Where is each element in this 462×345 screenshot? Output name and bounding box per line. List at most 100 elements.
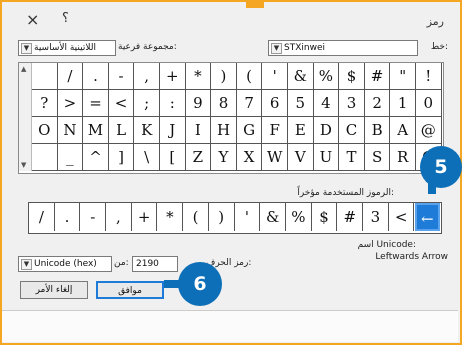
symbol-cell[interactable]: Y [211,144,237,171]
font-select[interactable]: ▼ STXinwei [268,40,418,56]
symbol-cell[interactable]: O [32,117,58,144]
symbol-cell[interactable]: G [236,117,263,144]
symbol-cell[interactable]: I [185,117,212,144]
symbol-cell[interactable]: ) [211,63,237,90]
symbol-cell[interactable]: > [57,90,84,117]
symbol-cell[interactable]: - [108,63,135,90]
symbol-cell[interactable]: @ [416,117,442,144]
recent-symbol[interactable]: * [158,203,184,231]
symbol-cell[interactable]: % [313,63,340,90]
symbol-cell[interactable]: N [57,117,84,144]
symbol-cell[interactable]: [ [160,144,186,171]
symbol-cell[interactable]: 9 [185,90,212,117]
symbol-cell[interactable]: R [390,144,416,171]
symbol-cell[interactable]: ^ [83,144,109,171]
symbol-cell[interactable]: # [364,63,391,90]
symbol-cell[interactable]: A [390,117,416,144]
recent-symbol[interactable]: < [389,203,415,231]
from-label: من: [114,258,129,268]
symbol-cell[interactable]: Z [185,144,212,171]
symbol-cell[interactable]: H [211,117,237,144]
frame-notch [246,0,264,8]
recent-symbols: ← <3 # $% & ')(* +, -. / [28,202,442,234]
grid-scrollbar[interactable]: ▲ ▼ [19,63,32,171]
symbol-cell[interactable]: 1 [390,90,416,117]
symbol-cell[interactable]: 2 [364,90,391,117]
cancel-button[interactable]: إلغاء الأمر [20,281,88,299]
symbol-cell[interactable]: = [83,90,109,117]
symbol-cell[interactable]: X [236,144,263,171]
recent-symbol[interactable]: ) [209,203,235,231]
unicode-name-label: اسم Unicode: [357,240,416,250]
char-code-input[interactable]: 2190 [132,256,178,272]
recent-symbol[interactable]: $ [312,203,338,231]
font-value: STXinwei [284,43,325,53]
scroll-up-icon[interactable]: ▲ [21,65,26,73]
symbol-cell[interactable]: 8 [211,90,237,117]
symbol-cell[interactable]: J [160,117,186,144]
symbol-cell[interactable]: " [390,63,416,90]
symbol-cell[interactable]: D [313,117,340,144]
recent-symbol[interactable]: / [29,203,55,231]
recent-symbol[interactable]: . [55,203,81,231]
ok-button[interactable]: موافق [96,281,164,299]
symbol-cell[interactable] [32,144,58,171]
symbol-cell[interactable]: * [185,63,212,90]
symbol-cell[interactable]: V [288,144,314,171]
symbol-grid[interactable]: ▲ ▼ ! " # $% & '() * +, -./ 0 1 2 3 4 5 6 7 8 9:; < = >? @ A B C D… [18,62,444,174]
symbol-cell[interactable]: ( [236,63,263,90]
subset-select[interactable]: ▼ اللاتينية الأساسية [18,40,116,56]
symbol-cell[interactable]: 4 [313,90,340,117]
chevron-down-icon: ▼ [21,259,32,270]
symbol-cell[interactable]: 7 [236,90,263,117]
symbol-cell[interactable]: ! [416,63,442,90]
symbol-cell[interactable]: 5 [288,90,314,117]
recent-symbol[interactable]: ' [235,203,261,231]
symbol-cell[interactable] [32,63,58,90]
symbol-cell[interactable]: : [160,90,186,117]
help-icon[interactable]: ؟ [62,11,69,26]
recent-symbol[interactable]: & [260,203,286,231]
symbol-cell[interactable]: . [83,63,109,90]
close-icon[interactable]: × [26,10,39,29]
recent-symbol[interactable]: , [106,203,132,231]
recent-symbol[interactable]: 3 [363,203,389,231]
symbol-cell[interactable]: F [262,117,288,144]
symbol-cell[interactable]: < [108,90,135,117]
symbol-cell[interactable]: ? [32,90,58,117]
symbol-cell[interactable]: ; [134,90,160,117]
symbol-cell[interactable]: T [339,144,365,171]
symbol-cell[interactable]: 6 [262,90,288,117]
recent-symbol[interactable]: % [286,203,312,231]
symbol-cell[interactable]: + [160,63,186,90]
symbol-cell[interactable]: K [134,117,160,144]
symbol-cell[interactable]: , [134,63,160,90]
recent-symbol[interactable]: - [80,203,107,231]
from-select[interactable]: ▼ Unicode (hex) [18,256,112,272]
font-label: خط: [430,42,448,52]
symbol-cell[interactable]: $ [339,63,365,90]
symbol-cell[interactable]: 3 [339,90,365,117]
symbol-cell[interactable]: M [83,117,109,144]
symbol-cell[interactable]: _ [57,144,84,171]
symbol-cell[interactable]: B [364,117,391,144]
symbol-cell[interactable]: \ [134,144,160,171]
recent-symbol-selected[interactable]: ← [414,203,441,231]
recent-symbol[interactable]: ( [183,203,209,231]
symbol-cell[interactable]: U [313,144,340,171]
scroll-down-icon[interactable]: ▼ [21,161,26,169]
recent-symbol[interactable]: + [132,203,158,231]
symbol-cell[interactable]: & [288,63,314,90]
symbol-cell[interactable]: E [288,117,314,144]
symbol-cell[interactable]: S [364,144,391,171]
symbol-cell[interactable]: ] [108,144,135,171]
symbol-cell[interactable]: ' [262,63,288,90]
symbol-cell[interactable]: L [108,117,135,144]
from-value: Unicode (hex) [34,259,97,269]
symbol-cell[interactable]: W [262,144,288,171]
symbol-cell[interactable]: C [339,117,365,144]
recent-symbol[interactable]: # [337,203,364,231]
symbol-cell[interactable]: / [57,63,84,90]
dialog-footer [2,310,458,342]
symbol-cell[interactable]: 0 [416,90,442,117]
